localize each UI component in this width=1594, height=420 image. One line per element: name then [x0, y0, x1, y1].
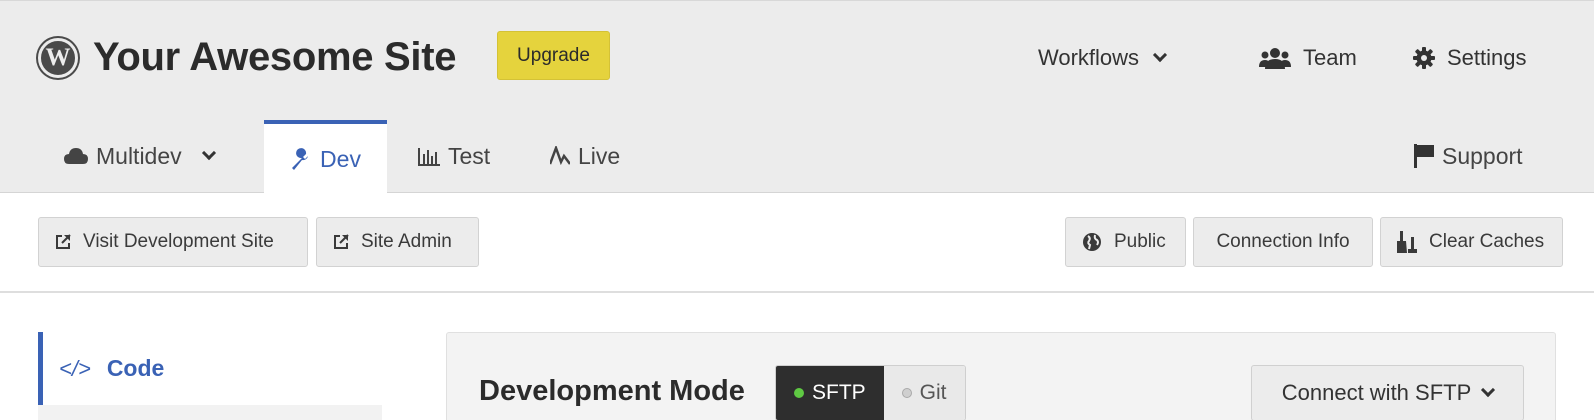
- site-title[interactable]: Your Awesome Site: [93, 32, 456, 82]
- sidebar-item-code[interactable]: </> Code: [38, 332, 382, 405]
- tab-multidev[interactable]: Multidev: [64, 120, 216, 192]
- broom-icon: [1397, 231, 1417, 253]
- status-dot-icon: [794, 388, 804, 398]
- tab-live[interactable]: Live: [550, 120, 620, 192]
- clear-caches-label: Clear Caches: [1429, 231, 1545, 252]
- upgrade-button[interactable]: Upgrade: [497, 31, 610, 80]
- public-button[interactable]: Public: [1065, 217, 1186, 267]
- mode-git-option[interactable]: Git: [883, 366, 965, 420]
- tab-multidev-label: Multidev: [96, 142, 182, 169]
- team-label: Team: [1303, 45, 1357, 70]
- connection-mode-toggle[interactable]: SFTP Git: [775, 365, 966, 420]
- workflows-label: Workflows: [1038, 45, 1140, 70]
- connect-with-sftp-button[interactable]: Connect with SFTP: [1251, 365, 1524, 420]
- site-header: [0, 0, 1594, 193]
- tab-dev-label: Dev: [320, 145, 361, 172]
- sidebar-item-code-label: Code: [106, 355, 165, 381]
- status-dot-icon: [901, 388, 912, 398]
- visit-development-site-button[interactable]: Visit Development Site: [38, 217, 308, 267]
- tab-live-label: Live: [578, 142, 621, 169]
- connect-with-sftp-label: Connect with SFTP: [1281, 380, 1472, 405]
- wordpress-logo-icon[interactable]: W: [38, 38, 78, 78]
- chevron-down-icon: [1152, 47, 1168, 63]
- site-admin-label: Site Admin: [361, 231, 452, 252]
- visit-development-site-label: Visit Development Site: [83, 231, 274, 252]
- gear-icon: [1413, 47, 1435, 69]
- settings-label: Settings: [1447, 45, 1527, 70]
- flag-icon: [1414, 144, 1434, 168]
- wrench-icon: [290, 148, 312, 170]
- external-link-icon: [55, 234, 71, 250]
- tab-test-label: Test: [448, 142, 491, 169]
- chevron-down-icon: [1481, 382, 1496, 398]
- site-admin-button[interactable]: Site Admin: [316, 217, 479, 267]
- bar-chart-icon: [418, 146, 440, 166]
- chevron-down-icon: [201, 145, 216, 161]
- globe-icon: [1082, 232, 1102, 252]
- public-label: Public: [1114, 231, 1166, 252]
- support-label: Support: [1442, 142, 1523, 169]
- connection-info-button[interactable]: Connection Info: [1193, 217, 1373, 267]
- mode-sftp-label: SFTP: [812, 381, 866, 404]
- team-icon: [1259, 47, 1291, 69]
- workflows-menu[interactable]: Workflows: [1038, 40, 1168, 76]
- code-icon: </>: [59, 355, 91, 381]
- team-link[interactable]: Team: [1259, 40, 1357, 76]
- development-mode-title: Development Mode: [479, 375, 745, 407]
- divider: [0, 291, 1594, 293]
- tab-dev[interactable]: Dev: [264, 120, 387, 194]
- pulse-icon: [550, 146, 570, 166]
- clear-caches-button[interactable]: Clear Caches: [1380, 217, 1563, 267]
- mode-git-label: Git: [919, 381, 947, 404]
- sidebar-item[interactable]: [38, 405, 382, 420]
- support-link[interactable]: Support: [1414, 120, 1523, 192]
- external-link-icon: [333, 234, 349, 250]
- connection-info-label: Connection Info: [1216, 231, 1350, 252]
- settings-link[interactable]: Settings: [1413, 40, 1527, 76]
- tab-test[interactable]: Test: [418, 120, 490, 192]
- mode-sftp-option[interactable]: SFTP: [776, 366, 884, 420]
- cloud-icon: [64, 148, 88, 164]
